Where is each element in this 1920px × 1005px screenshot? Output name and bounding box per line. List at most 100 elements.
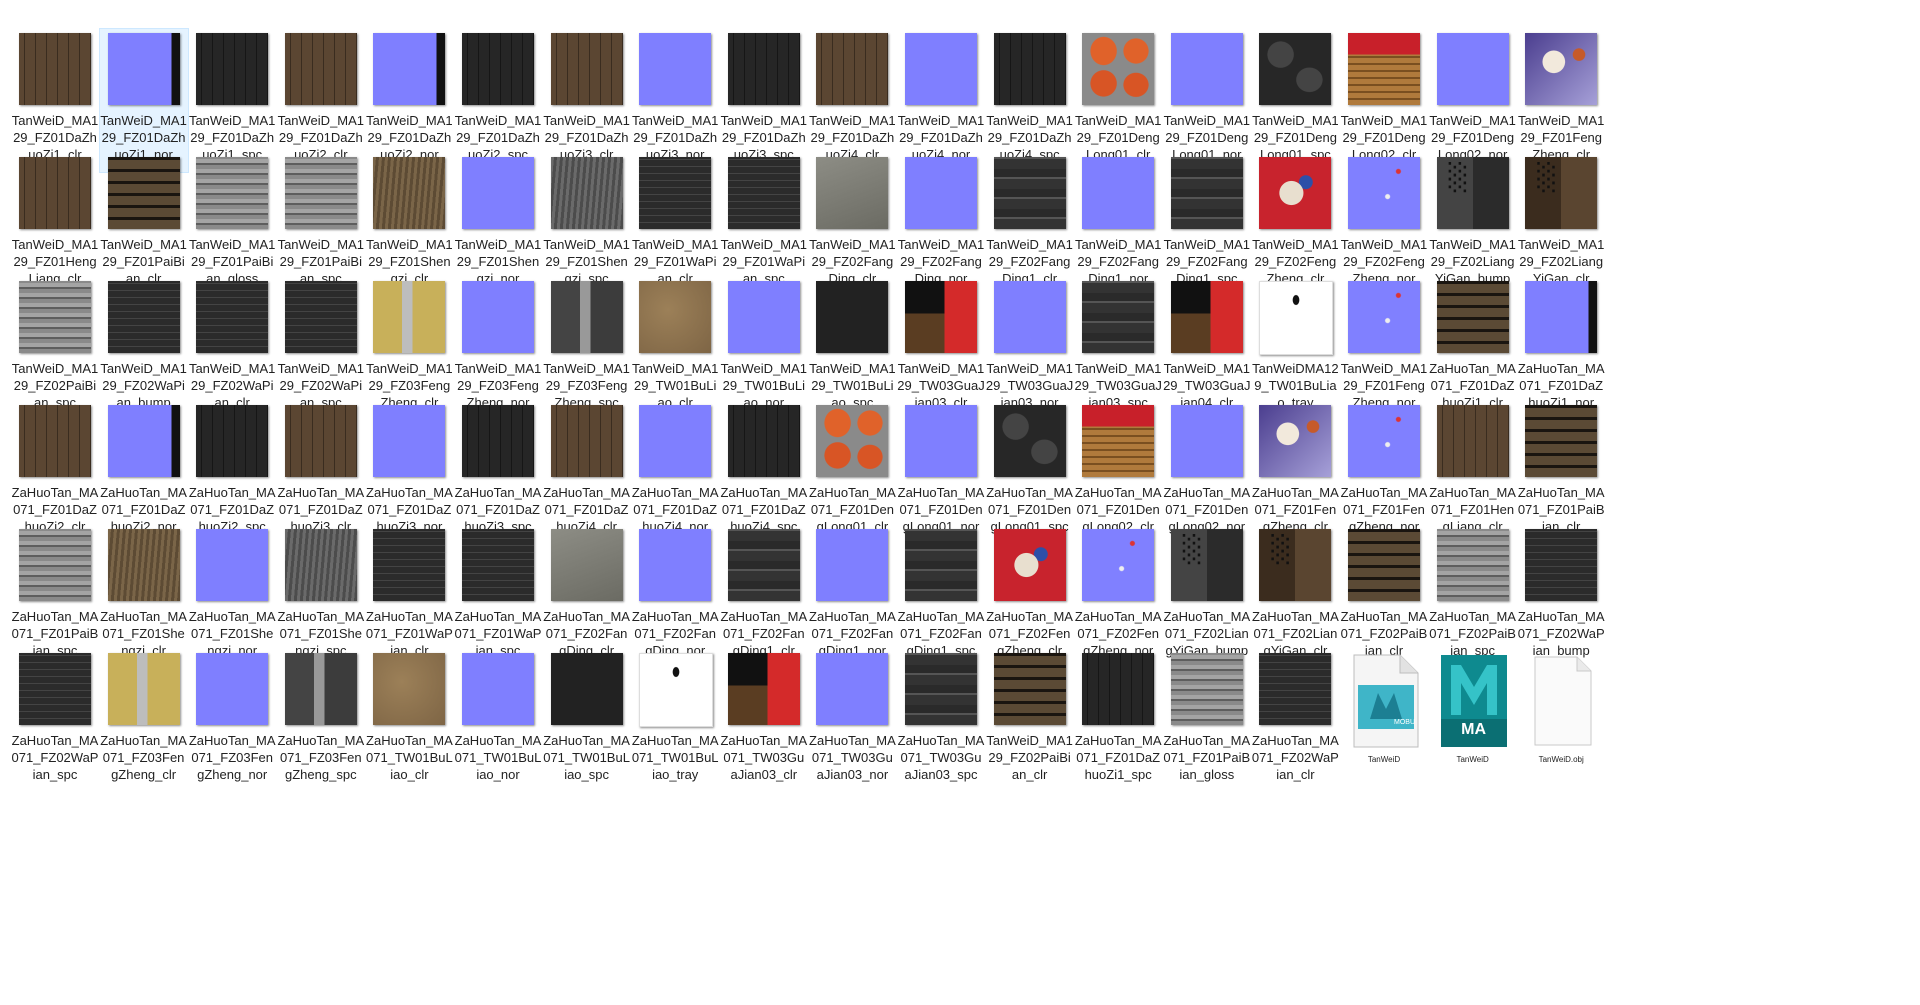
- texture-thumbnail-icon: [1170, 405, 1243, 477]
- texture-thumbnail-icon: [1436, 281, 1509, 353]
- texture-thumbnail-icon: [816, 281, 889, 353]
- texture-thumbnail-icon: [639, 653, 714, 727]
- texture-thumbnail-icon: [1259, 405, 1332, 477]
- file-name-label: TanWeiD.obj: [1538, 755, 1584, 764]
- file-item[interactable]: ZaHuoTan_MA071_FZ02WaPian_spc: [10, 648, 100, 793]
- texture-thumbnail-icon: [107, 157, 180, 229]
- file-type-badge: MOBU: [1394, 719, 1415, 726]
- texture-thumbnail-icon: [19, 653, 91, 725]
- file-item[interactable]: ZaHuoTan_MA071_TW01BuLiao_nor: [453, 648, 543, 793]
- texture-thumbnail-icon: [19, 529, 91, 601]
- maya-file-icon: MA: [1437, 653, 1511, 749]
- texture-thumbnail-icon: [462, 157, 534, 229]
- file-name-label: TanWeiD: [1456, 755, 1489, 764]
- file-item[interactable]: TanWeiD.obj: [1516, 648, 1606, 793]
- texture-thumbnail-icon: [639, 405, 712, 477]
- texture-thumbnail-icon: [196, 157, 269, 229]
- texture-thumbnail-icon: [284, 405, 357, 477]
- texture-thumbnail-icon: [550, 157, 623, 229]
- texture-thumbnail-icon: [1259, 653, 1332, 725]
- texture-thumbnail-icon: [284, 281, 357, 353]
- texture-thumbnail-icon: [727, 157, 800, 229]
- texture-thumbnail-icon: [550, 281, 623, 353]
- texture-thumbnail-icon: [816, 529, 889, 601]
- file-item[interactable]: ZaHuoTan_MA071_FZ02WaPian_clr: [1250, 648, 1340, 793]
- texture-thumbnail-icon: [993, 405, 1066, 477]
- texture-thumbnail-icon: [1170, 157, 1243, 229]
- texture-thumbnail-icon: ░: [1436, 157, 1509, 229]
- texture-thumbnail-icon: [639, 529, 712, 601]
- texture-thumbnail-icon: [107, 653, 180, 725]
- texture-thumbnail-icon: [284, 157, 357, 229]
- texture-thumbnail-icon: [816, 653, 889, 725]
- texture-thumbnail-icon: [373, 405, 446, 477]
- texture-thumbnail-icon: [727, 33, 800, 105]
- texture-thumbnail-icon: [1348, 281, 1420, 353]
- file-item[interactable]: ZaHuoTan_MA071_TW01BuLiao_spc: [542, 648, 632, 793]
- file-name-label: ZaHuoTan_MA071_FZ02WaPian_spc: [11, 733, 99, 782]
- file-name-label: TanWeiD: [1367, 755, 1401, 764]
- texture-thumbnail-icon: [1348, 33, 1420, 105]
- texture-thumbnail-icon: [1348, 405, 1420, 477]
- texture-thumbnail-icon: [1259, 281, 1334, 355]
- texture-thumbnail-icon: [550, 529, 623, 601]
- texture-thumbnail-icon: [19, 157, 91, 229]
- file-name-label: ZaHuoTan_MA071_FZ03FengZheng_clr: [100, 733, 187, 782]
- texture-thumbnail-icon: [550, 405, 623, 477]
- texture-thumbnail-icon: [1170, 281, 1243, 353]
- texture-thumbnail-icon: [19, 281, 91, 353]
- texture-thumbnail-icon: [905, 529, 977, 601]
- texture-thumbnail-icon: [727, 405, 800, 477]
- texture-thumbnail-icon: [462, 405, 534, 477]
- texture-thumbnail-icon: [1170, 653, 1243, 725]
- texture-thumbnail-icon: [1525, 405, 1598, 477]
- file-item[interactable]: ZaHuoTan_MA071_FZ01DaZhuoZi1_spc: [1073, 648, 1163, 793]
- texture-thumbnail-icon: [1436, 529, 1509, 601]
- file-item[interactable]: ZaHuoTan_MA071_FZ03FengZheng_spc: [276, 648, 366, 793]
- texture-thumbnail-icon: [107, 33, 180, 105]
- file-item[interactable]: ZaHuoTan_MA071_FZ03FengZheng_clr: [99, 648, 189, 793]
- texture-thumbnail-icon: [196, 281, 269, 353]
- texture-thumbnail-icon: [373, 33, 446, 105]
- texture-thumbnail-icon: [639, 157, 712, 229]
- texture-thumbnail-icon: [284, 653, 357, 725]
- sign-glyph-icon: ░: [1537, 163, 1558, 193]
- texture-thumbnail-icon: ░: [1170, 529, 1243, 601]
- texture-thumbnail-icon: [905, 157, 977, 229]
- file-item[interactable]: ZaHuoTan_MA071_TW01BuLiao_clr: [364, 648, 454, 793]
- texture-thumbnail-icon: [1348, 529, 1420, 601]
- file-name-label: ZaHuoTan_MA071_FZ01DaZhuoZi1_spc: [1074, 733, 1162, 782]
- motionbuilder-file-icon: MOBU: [1348, 653, 1422, 749]
- file-item[interactable]: ZaHuoTan_MA071_FZ01PaiBian_gloss: [1162, 648, 1252, 793]
- file-item[interactable]: ZaHuoTan_MA071_TW01BuLiao_tray: [630, 648, 720, 793]
- file-item[interactable]: MOBU TanWeiD: [1339, 648, 1429, 793]
- texture-thumbnail-icon: [993, 653, 1066, 725]
- file-item[interactable]: ZaHuoTan_MA071_TW03GuaJian03_spc: [896, 648, 986, 793]
- texture-thumbnail-icon: [550, 653, 623, 725]
- texture-thumbnail-icon: [196, 33, 269, 105]
- texture-thumbnail-icon: [196, 653, 269, 725]
- file-name-label: ZaHuoTan_MA071_TW01BuLiao_tray: [631, 733, 719, 782]
- file-name-label: ZaHuoTan_MA071_TW01BuLiao_clr: [366, 733, 453, 782]
- texture-thumbnail-icon: [639, 281, 712, 353]
- texture-thumbnail-icon: [1082, 653, 1155, 725]
- texture-thumbnail-icon: [107, 529, 180, 601]
- texture-thumbnail-icon: [1525, 529, 1598, 601]
- texture-thumbnail-icon: [905, 281, 977, 353]
- texture-thumbnail-icon: [1436, 33, 1509, 105]
- texture-thumbnail-icon: [727, 529, 800, 601]
- texture-thumbnail-icon: [19, 33, 91, 105]
- texture-thumbnail-icon: [550, 33, 623, 105]
- texture-thumbnail-icon: [993, 281, 1066, 353]
- file-item[interactable]: MA TanWeiD: [1428, 648, 1518, 793]
- file-item[interactable]: ZaHuoTan_MA071_TW03GuaJian03_nor: [807, 648, 897, 793]
- file-item[interactable]: ZaHuoTan_MA071_TW03GuaJian03_clr: [719, 648, 809, 793]
- file-item[interactable]: TanWeiD_MA129_FZ02PaiBian_clr: [985, 648, 1075, 793]
- file-item[interactable]: ZaHuoTan_MA071_FZ03FengZheng_nor: [187, 648, 277, 793]
- texture-thumbnail-icon: [816, 33, 889, 105]
- texture-thumbnail-icon: [1436, 405, 1509, 477]
- texture-thumbnail-icon: [993, 33, 1066, 105]
- texture-thumbnail-icon: [1082, 529, 1155, 601]
- texture-thumbnail-icon: [1348, 157, 1420, 229]
- texture-thumbnail-icon: [816, 157, 889, 229]
